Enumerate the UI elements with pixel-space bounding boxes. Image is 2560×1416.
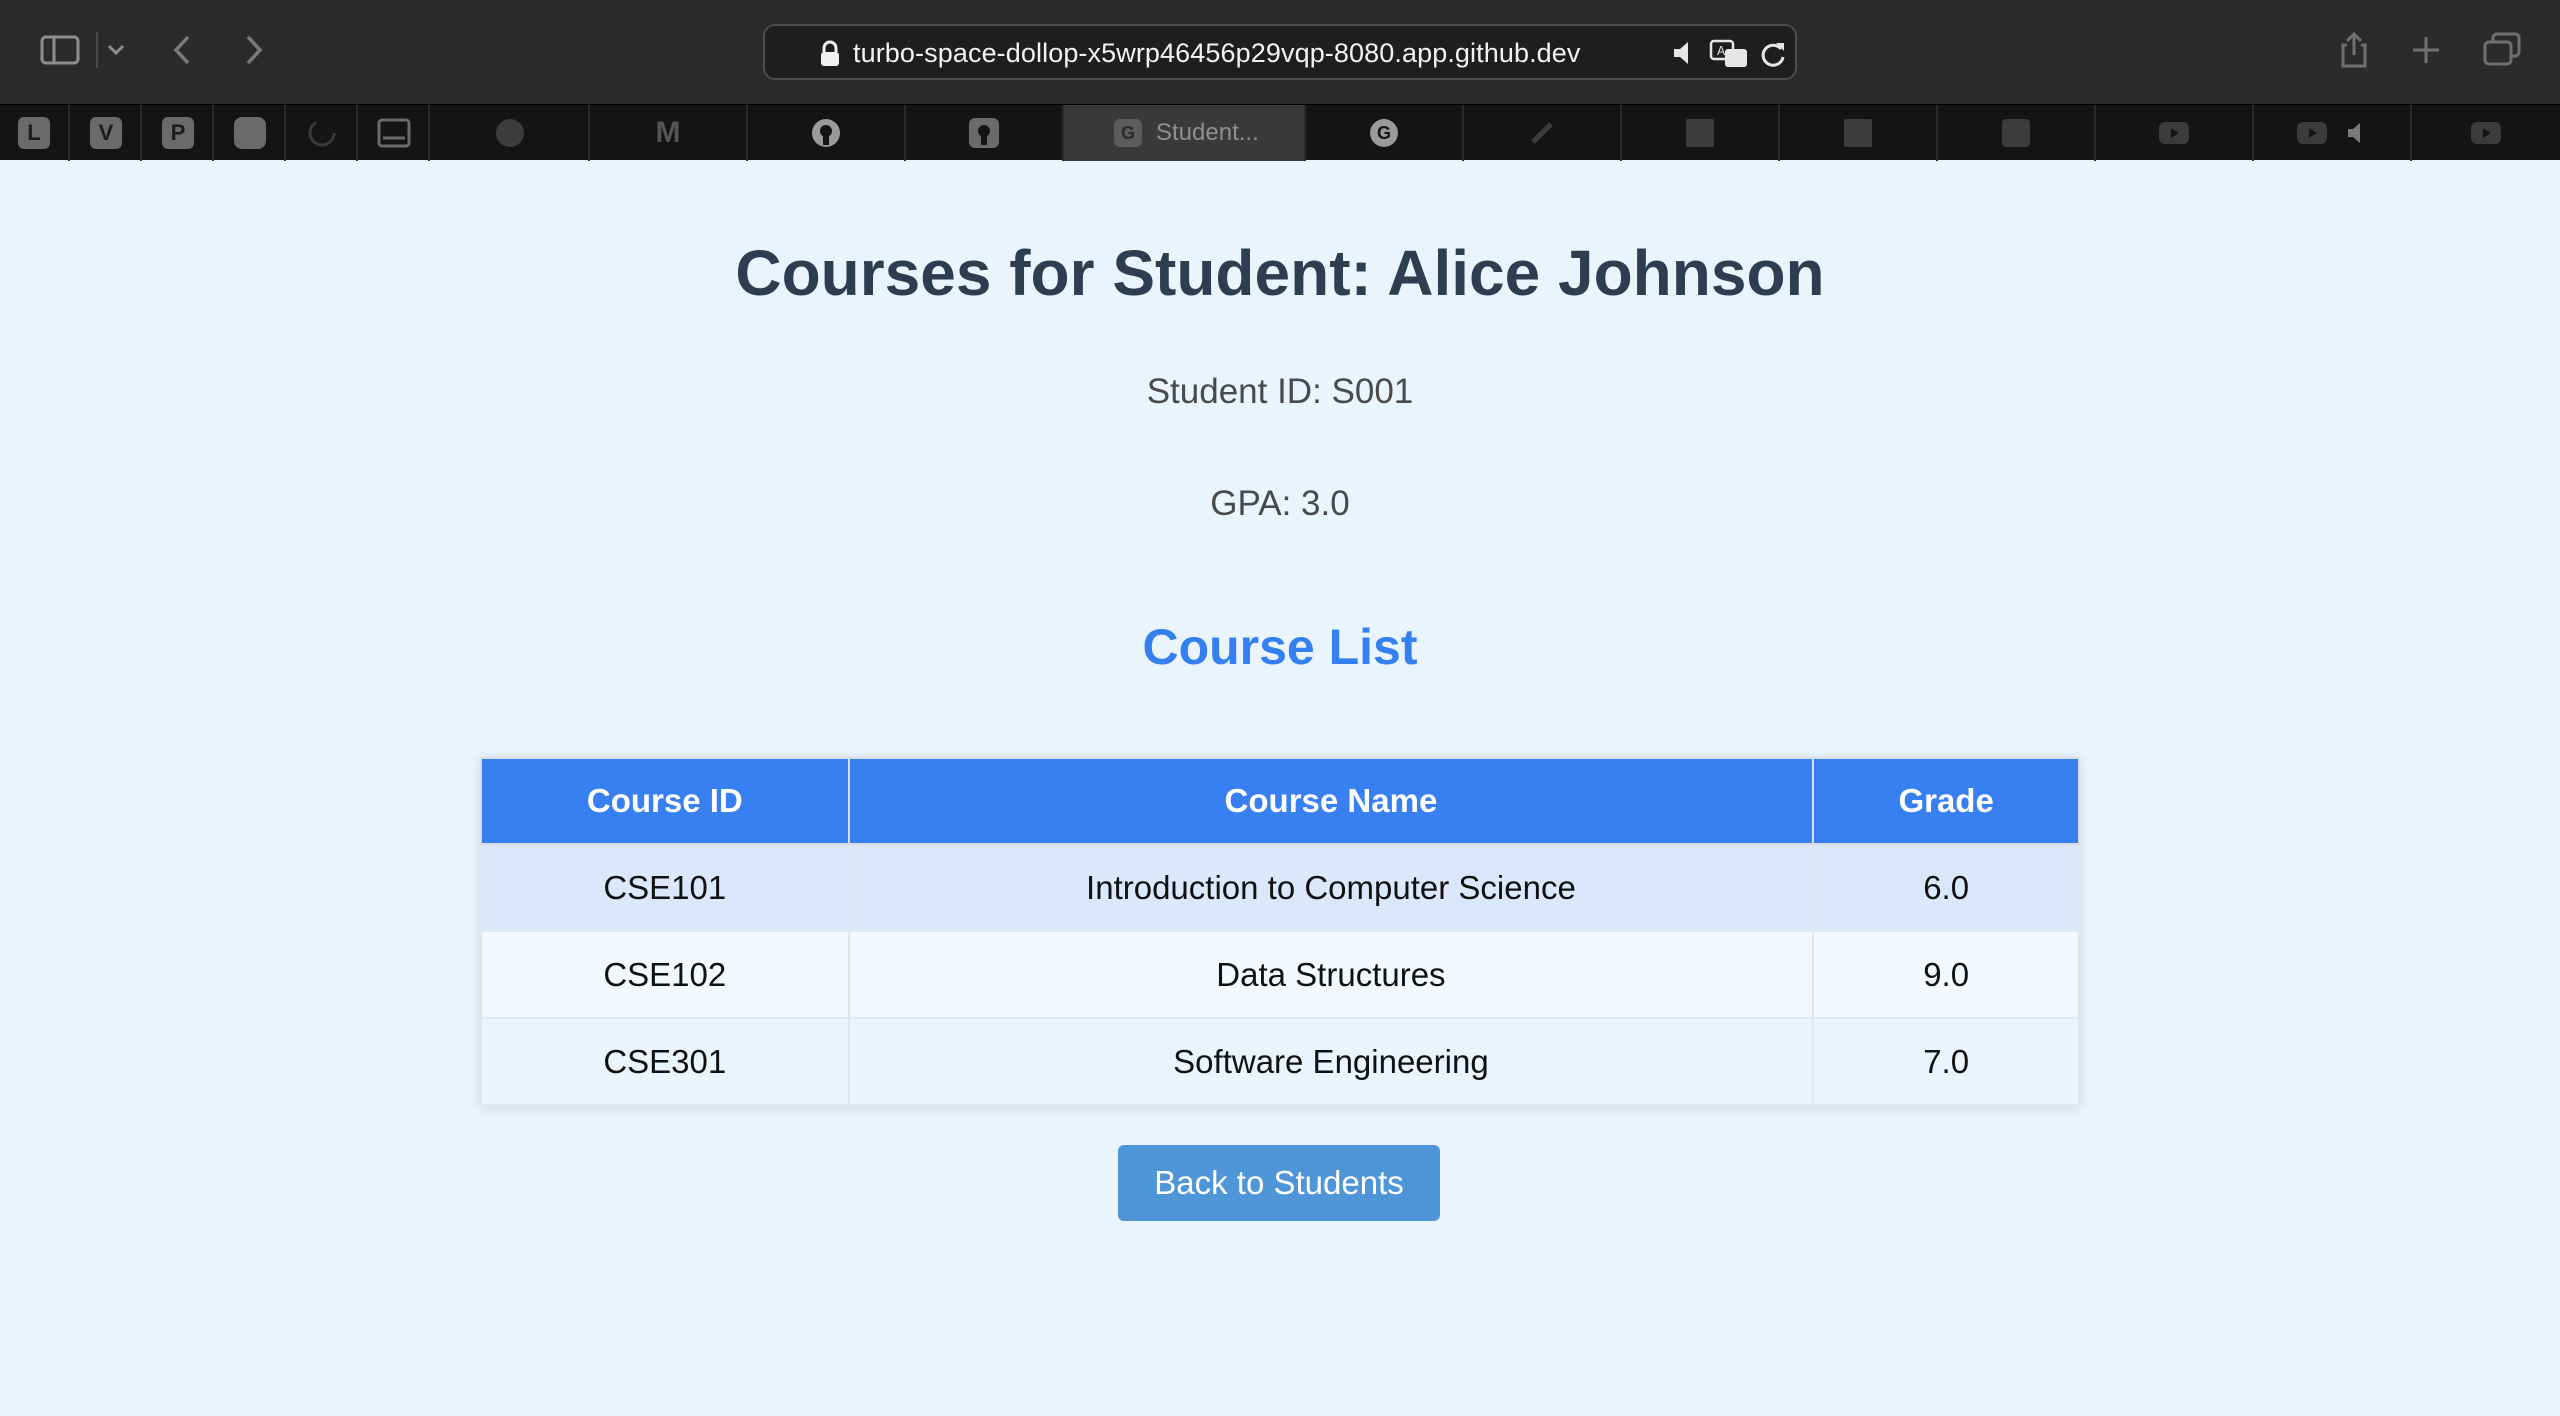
tab-uwe-1[interactable] [1622, 105, 1780, 161]
sidebar-toggle-icon[interactable] [38, 28, 82, 72]
tab-youtube-1[interactable] [2096, 105, 2254, 161]
table-row: CSE101 Introduction to Computer Science … [480, 843, 2080, 932]
pinned-tab-label: P [162, 117, 194, 149]
course-name-cell: Software Engineering [847, 1017, 1815, 1106]
column-header-course-name: Course Name [847, 757, 1815, 845]
grade-cell: 9.0 [1812, 930, 2080, 1019]
back-to-students-button[interactable]: Back to Students [1118, 1145, 1440, 1221]
grade-cell: 6.0 [1812, 843, 2080, 932]
audio-playing-icon[interactable] [2346, 121, 2368, 145]
share-icon[interactable] [2332, 28, 2376, 72]
gmail-icon: M [655, 116, 681, 149]
table-row: CSE102 Data Structures 9.0 [480, 930, 2080, 1019]
course-list-heading: Course List [1142, 619, 1418, 675]
pinned-tab-loading[interactable] [288, 105, 358, 161]
lotus-icon [496, 119, 524, 147]
page-title: Courses for Student: Alice Johnson [735, 237, 1825, 309]
pinned-tab-p[interactable]: P [144, 105, 214, 161]
tab-github-2[interactable] [906, 105, 1064, 161]
github-icon [812, 119, 840, 147]
tab-youtube-2[interactable] [2254, 105, 2412, 161]
back-arrow-icon[interactable] [160, 28, 204, 72]
browser-toolbar: turbo-space-dollop-x5wrp46456p29vqp-8080… [0, 0, 2560, 104]
course-name-cell: Data Structures [847, 930, 1815, 1019]
tab-grammarly[interactable]: G [1306, 105, 1464, 161]
tab-github-1[interactable] [748, 105, 906, 161]
tab-youtube-3[interactable] [2412, 105, 2560, 161]
new-tab-plus-icon[interactable] [2404, 28, 2448, 72]
pinned-tab-shield[interactable] [216, 105, 286, 161]
pinned-tab-label: V [90, 117, 122, 149]
tab-strip: L V P M G Student... G [0, 104, 2560, 161]
chevron-down-icon[interactable] [94, 28, 138, 72]
lock-icon [819, 40, 841, 73]
url-text[interactable]: turbo-space-dollop-x5wrp46456p29vqp-8080… [853, 38, 1581, 68]
column-header-course-id: Course ID [480, 757, 850, 845]
student-id-text: Student ID: S001 [1146, 372, 1414, 411]
youtube-icon [2159, 122, 2189, 144]
grammarly-icon: G [1370, 119, 1398, 147]
translate-icon[interactable]: A [1709, 39, 1749, 74]
tab-lotus[interactable] [432, 105, 590, 161]
shield-icon [234, 117, 266, 149]
pinned-tab-v[interactable]: V [72, 105, 142, 161]
column-header-grade: Grade [1812, 757, 2080, 845]
tab-title: Student... [1156, 119, 1259, 146]
github-icon [969, 118, 999, 148]
loading-spinner-icon [308, 119, 336, 147]
tab-pen[interactable] [1464, 105, 1622, 161]
svg-text:A: A [1717, 44, 1726, 58]
grade-cell: 7.0 [1812, 1017, 2080, 1106]
tab-overview-icon[interactable] [2480, 28, 2524, 72]
tab-outlook[interactable] [1938, 105, 2096, 161]
tab-favicon: G [1114, 119, 1142, 147]
outlook-icon [2002, 119, 2030, 147]
pen-icon [1531, 122, 1553, 144]
course-id-cell: CSE101 [480, 843, 850, 932]
table-header-row: Course ID Course Name Grade [480, 757, 2080, 845]
course-name-cell: Introduction to Computer Science [847, 843, 1815, 932]
pinned-tab-inbox[interactable] [360, 105, 430, 161]
tab-gmail[interactable]: M [590, 105, 748, 161]
inbox-icon [377, 118, 411, 148]
uwe-icon [1686, 119, 1714, 147]
course-id-cell: CSE301 [480, 1017, 850, 1106]
reload-icon[interactable] [1759, 39, 1787, 74]
pinned-tab-l[interactable]: L [0, 105, 70, 161]
address-bar[interactable]: turbo-space-dollop-x5wrp46456p29vqp-8080… [763, 24, 1797, 80]
forward-arrow-icon[interactable] [232, 28, 276, 72]
gpa-text: GPA: 3.0 [1210, 484, 1350, 523]
tab-uwe-2[interactable] [1780, 105, 1938, 161]
youtube-icon [2297, 122, 2327, 144]
pinned-tab-label: L [18, 117, 50, 149]
tab-student-active[interactable]: G Student... [1064, 105, 1306, 161]
speaker-icon[interactable] [1671, 39, 1697, 72]
course-id-cell: CSE102 [480, 930, 850, 1019]
uwe-icon [1844, 119, 1872, 147]
course-table: Course ID Course Name Grade CSE101 Intro… [480, 757, 2080, 1106]
table-row: CSE301 Software Engineering 7.0 [480, 1017, 2080, 1106]
youtube-icon [2471, 122, 2501, 144]
